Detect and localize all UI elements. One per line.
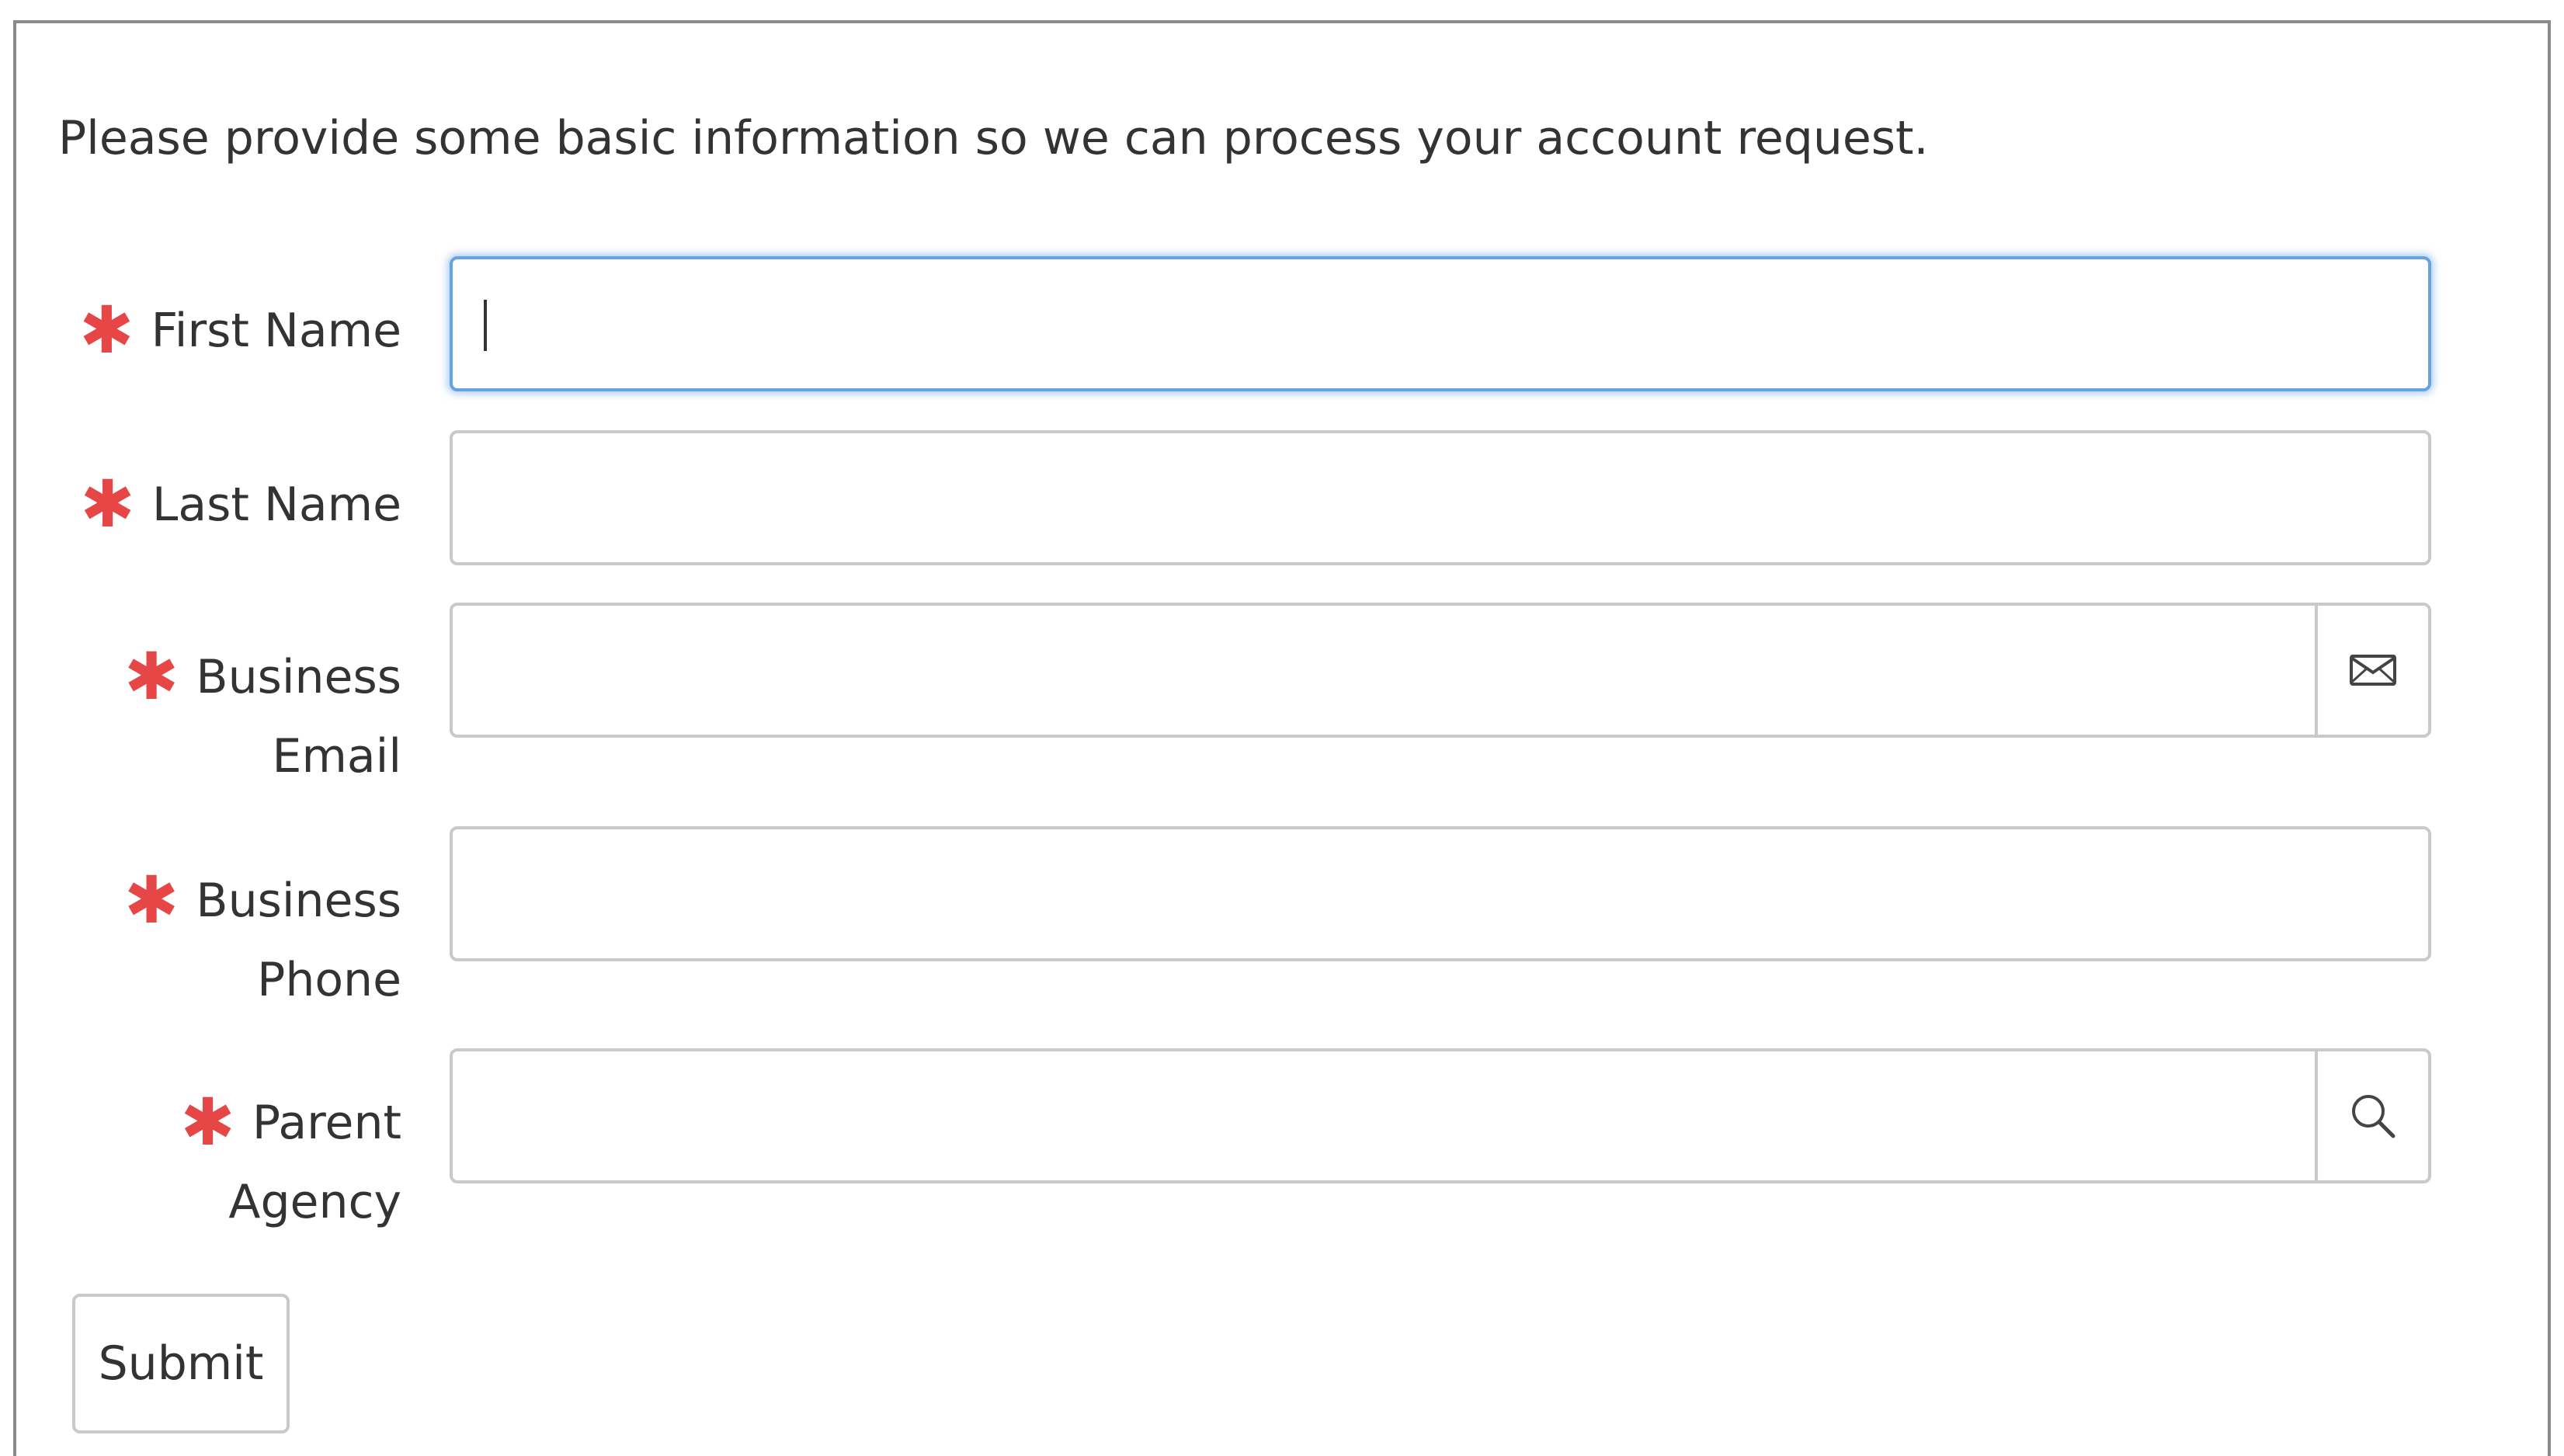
first-name-input[interactable] [453,259,2428,388]
parent-agency-input[interactable] [453,1051,2312,1180]
business-phone-input[interactable] [453,829,2428,958]
last-name-input[interactable] [453,433,2428,562]
required-asterisk: ✱ [79,292,134,368]
first-name-field[interactable] [450,256,2431,391]
cropped-heading-fragment [0,0,2564,20]
submit-button[interactable]: Submit [72,1294,290,1433]
email-addon [2315,606,2428,735]
business-email-field[interactable] [450,603,2431,738]
business-email-label: ✱ Business Email [124,638,401,784]
required-asterisk: ✱ [124,638,179,714]
last-name-label: ✱ Last Name [80,466,401,542]
parent-agency-field[interactable] [450,1048,2431,1183]
account-request-form-panel: Please provide some basic information so… [13,20,2551,1456]
parent-agency-label: ✱ Parent Agency [180,1084,401,1229]
required-asterisk: ✱ [124,862,179,938]
required-asterisk: ✱ [180,1084,235,1160]
parent-agency-lookup-button[interactable] [2315,1051,2428,1180]
text-caret [484,300,487,351]
envelope-icon [2350,655,2396,686]
last-name-field[interactable] [450,430,2431,565]
first-name-label: ✱ First Name [79,292,401,368]
required-asterisk: ✱ [80,466,135,542]
business-email-input[interactable] [453,606,2312,735]
business-phone-label: ✱ Business Phone [124,862,401,1007]
intro-text: Please provide some basic information so… [58,111,1929,165]
search-icon [2352,1095,2395,1138]
business-phone-field[interactable] [450,826,2431,961]
